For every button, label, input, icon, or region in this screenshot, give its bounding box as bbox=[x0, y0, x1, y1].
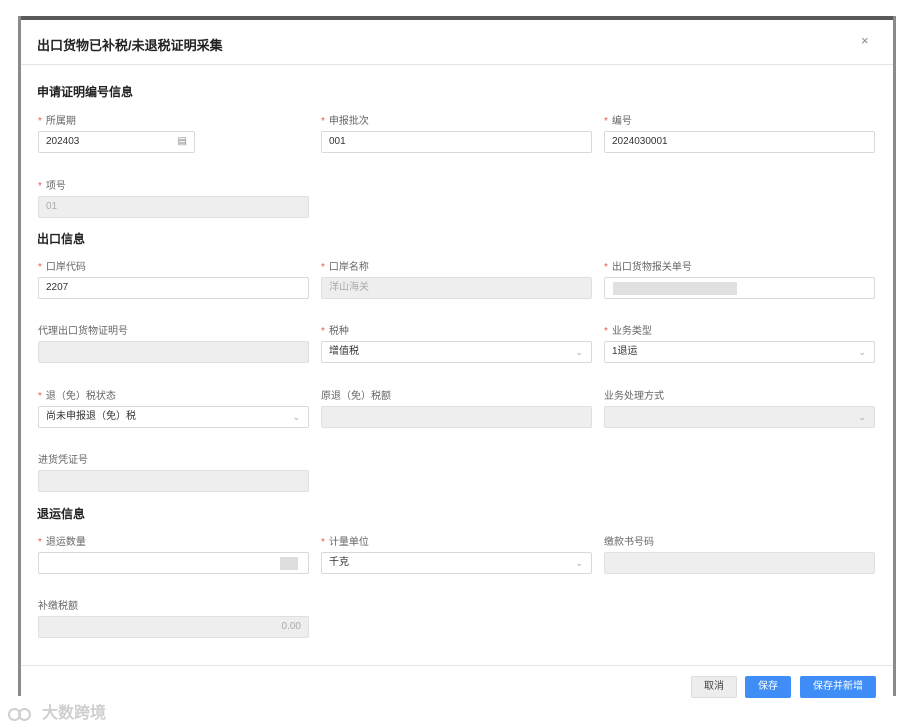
dialog-title: 出口货物已补税/未退税证明采集 bbox=[37, 38, 223, 53]
label-tax-type: * 税种 bbox=[321, 326, 349, 337]
payment-no-input bbox=[604, 552, 875, 574]
label-number: * 编号 bbox=[604, 116, 632, 127]
section-title-return: 退运信息 bbox=[37, 507, 86, 521]
process-method-select: ⌄ bbox=[604, 406, 875, 428]
refund-status-select[interactable]: 尚未申报退（免）税 ⌄ bbox=[38, 406, 309, 428]
label-customs-no: * 出口货物报关单号 bbox=[604, 262, 692, 273]
unit-select[interactable]: 千克 ⌄ bbox=[321, 552, 592, 574]
footer-divider bbox=[21, 665, 893, 666]
label-orig-refund: 原退（免）税额 bbox=[321, 391, 391, 402]
save-and-new-button[interactable]: 保存并新增 bbox=[800, 676, 876, 698]
port-code-value: 2207 bbox=[46, 282, 69, 293]
cancel-button[interactable]: 取消 bbox=[691, 676, 737, 698]
close-icon[interactable]: × bbox=[861, 33, 869, 48]
collection-dialog: 出口货物已补税/未退税证明采集 × 申请证明编号信息 * 所属期 202403 ▤… bbox=[21, 20, 893, 710]
calendar-icon[interactable]: ▤ bbox=[178, 132, 187, 152]
return-qty-input[interactable] bbox=[38, 552, 309, 574]
label-supp-tax: 补缴税额 bbox=[38, 601, 78, 612]
biz-type-value: 1退运 bbox=[612, 346, 638, 357]
label-port-code: * 口岸代码 bbox=[38, 262, 86, 273]
tax-type-select[interactable]: 增值税 ⌄ bbox=[321, 341, 592, 363]
save-button[interactable]: 保存 bbox=[745, 676, 791, 698]
port-name-value: 洋山海关 bbox=[329, 282, 369, 293]
label-period: * 所属期 bbox=[38, 116, 76, 127]
number-value: 2024030001 bbox=[612, 136, 668, 147]
dialog-header: 出口货物已补税/未退税证明采集 × bbox=[21, 20, 893, 65]
chevron-down-icon: ⌄ bbox=[292, 412, 300, 422]
biz-type-select[interactable]: 1退运 ⌄ bbox=[604, 341, 875, 363]
label-agent-cert-no: 代理出口货物证明号 bbox=[38, 326, 128, 337]
chevron-down-icon: ⌄ bbox=[858, 347, 866, 357]
customs-no-input[interactable] bbox=[604, 277, 875, 299]
port-name-input: 洋山海关 bbox=[321, 277, 592, 299]
refund-status-value: 尚未申报退（免）税 bbox=[46, 411, 136, 422]
supp-tax-input: 0.00 bbox=[38, 616, 309, 638]
supp-tax-value: 0.00 bbox=[281, 621, 301, 632]
batch-value: 001 bbox=[329, 136, 346, 147]
label-voucher-no: 进货凭证号 bbox=[38, 455, 88, 466]
chevron-down-icon: ⌄ bbox=[575, 347, 583, 357]
label-return-qty: * 退运数量 bbox=[38, 537, 86, 548]
section-title-apply: 申请证明编号信息 bbox=[37, 85, 134, 99]
label-port-name: * 口岸名称 bbox=[321, 262, 369, 273]
batch-input[interactable]: 001 bbox=[321, 131, 592, 153]
port-code-input[interactable]: 2207 bbox=[38, 277, 309, 299]
period-date-field[interactable]: 202403 ▤ bbox=[38, 131, 195, 153]
item-no-input: 01 bbox=[38, 196, 309, 218]
chevron-down-icon: ⌄ bbox=[575, 558, 583, 568]
watermark-logo-icon bbox=[8, 706, 38, 722]
window-frame-right bbox=[893, 16, 896, 696]
watermark: 大数跨境 bbox=[8, 699, 106, 723]
period-value: 202403 bbox=[46, 136, 80, 147]
label-payment-no: 缴款书号码 bbox=[604, 537, 654, 548]
redacted-block bbox=[613, 282, 737, 295]
label-biz-type: * 业务类型 bbox=[604, 326, 652, 337]
label-refund-status: * 退（免）税状态 bbox=[38, 391, 116, 402]
tax-type-value: 增值税 bbox=[329, 346, 359, 357]
section-title-export: 出口信息 bbox=[37, 232, 86, 246]
voucher-no-input bbox=[38, 470, 309, 492]
item-no-value: 01 bbox=[46, 201, 58, 212]
unit-value: 千克 bbox=[329, 557, 349, 568]
number-input[interactable]: 2024030001 bbox=[604, 131, 875, 153]
label-item-no: * 项号 bbox=[38, 181, 66, 192]
chevron-down-icon: ⌄ bbox=[858, 412, 866, 422]
label-process-method: 业务处理方式 bbox=[604, 391, 664, 402]
orig-refund-input bbox=[321, 406, 592, 428]
input-suffix-block bbox=[280, 557, 298, 570]
agent-cert-no-input bbox=[38, 341, 309, 363]
watermark-text: 大数跨境 bbox=[42, 705, 107, 722]
label-unit: * 计量单位 bbox=[321, 537, 369, 548]
label-batch: * 申报批次 bbox=[321, 116, 369, 127]
